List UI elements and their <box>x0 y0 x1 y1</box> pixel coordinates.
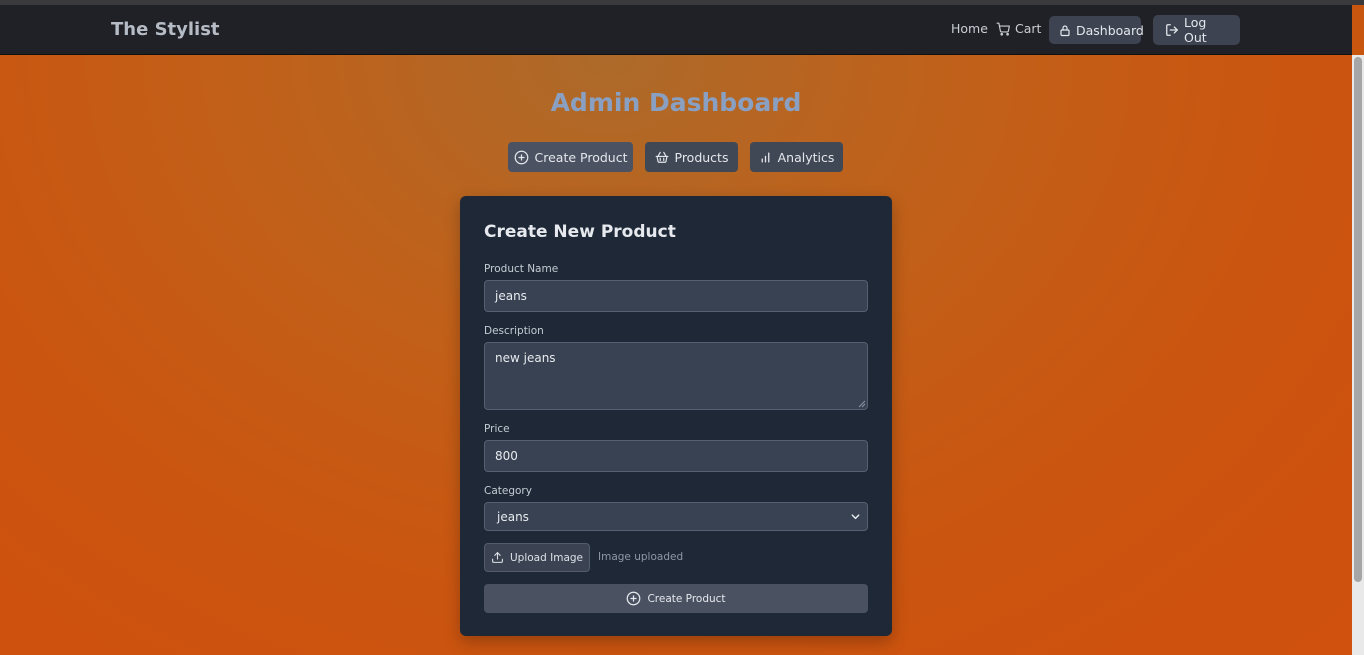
category-value: jeans <box>497 509 529 524</box>
dashboard-label: Dashboard <box>1076 22 1144 38</box>
tab-create-product[interactable]: Create Product <box>508 142 633 172</box>
product-name-value: jeans <box>495 289 527 303</box>
price-input[interactable]: 800 <box>484 440 868 472</box>
create-product-submit-button[interactable]: Create Product <box>484 584 868 613</box>
tab-create-product-label: Create Product <box>534 149 628 165</box>
scrollbar-thumb[interactable] <box>1354 57 1362 582</box>
create-product-card: Create New Product Product Name jeans De… <box>460 196 892 636</box>
tab-analytics-label: Analytics <box>777 149 835 165</box>
upload-icon <box>491 551 504 564</box>
tab-products-label: Products <box>674 149 729 165</box>
upload-image-button[interactable]: Upload Image <box>484 543 590 572</box>
page-scrollbar[interactable] <box>1352 55 1364 655</box>
dashboard-button[interactable]: Dashboard <box>1049 16 1144 44</box>
plus-circle-icon <box>626 591 641 606</box>
product-name-label: Product Name <box>484 263 559 275</box>
upload-status-text: Image uploaded <box>598 551 684 563</box>
logout-icon <box>1165 23 1179 37</box>
form-title: Create New Product <box>484 222 676 242</box>
nav-cart-label: Cart <box>1015 21 1042 36</box>
page-title: Admin Dashboard <box>550 88 802 117</box>
logout-button[interactable]: Log Out <box>1153 15 1240 45</box>
tab-products[interactable]: Products <box>645 142 738 172</box>
brand-logo[interactable]: The Stylist <box>111 19 220 40</box>
chevron-down-icon <box>850 511 861 522</box>
tab-analytics[interactable]: Analytics <box>750 142 843 172</box>
plus-circle-icon <box>514 150 529 165</box>
resize-handle-icon[interactable] <box>858 400 866 408</box>
basket-icon <box>655 150 669 164</box>
product-name-input[interactable]: jeans <box>484 280 868 312</box>
category-label: Category <box>484 485 532 497</box>
logout-label: Log Out <box>1184 15 1207 45</box>
bar-chart-icon <box>759 151 772 164</box>
navbar: The Stylist Home Cart Dashboard Log Out <box>0 5 1352 55</box>
create-product-submit-label: Create Product <box>647 592 726 605</box>
lock-icon <box>1059 24 1071 37</box>
category-select[interactable]: jeans <box>484 502 868 531</box>
nav-cart-link[interactable]: Cart <box>996 21 1041 36</box>
price-label: Price <box>484 423 510 435</box>
nav-home-label: Home <box>951 21 988 36</box>
price-value: 800 <box>495 449 518 463</box>
upload-image-label: Upload Image <box>509 551 583 564</box>
description-textarea[interactable]: new jeans <box>484 342 868 410</box>
description-value: new jeans <box>495 351 556 365</box>
description-label: Description <box>484 325 544 337</box>
nav-home-link[interactable]: Home <box>951 21 988 36</box>
cart-icon <box>996 22 1011 36</box>
